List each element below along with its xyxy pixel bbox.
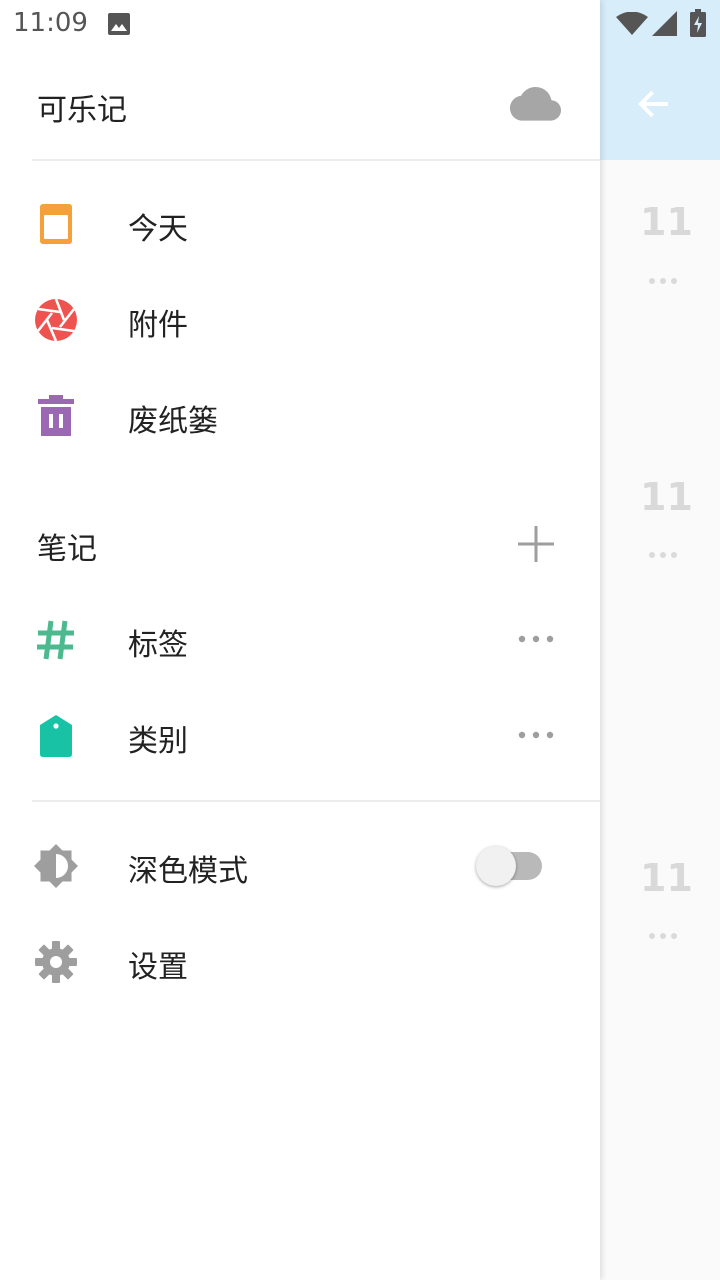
drawer-item-label: 附件	[128, 308, 188, 343]
drawer-item-label: 标签	[128, 628, 188, 663]
toggle-thumb	[476, 846, 516, 886]
divider	[32, 800, 600, 802]
dark-mode-toggle[interactable]	[476, 844, 546, 888]
drawer-item-label: 设置	[128, 950, 188, 985]
more-horizontal-icon[interactable]	[516, 634, 556, 644]
tag-icon	[40, 715, 72, 757]
drawer-item-today[interactable]: 今天	[0, 176, 600, 272]
cloud-sync-icon[interactable]	[510, 86, 562, 122]
drawer-item-label: 类别	[128, 724, 188, 759]
background-more-icon	[649, 552, 677, 558]
divider	[32, 159, 600, 161]
drawer-item-attachments[interactable]: 附件	[0, 272, 600, 368]
notes-section-title: 笔记	[37, 532, 97, 567]
drawer-app-title: 可乐记	[37, 93, 127, 128]
background-note-date: 11	[640, 475, 693, 519]
background-more-icon	[649, 933, 677, 939]
battery-charging-icon	[690, 9, 706, 37]
image-notification-icon	[108, 13, 130, 35]
drawer-item-settings[interactable]: 设置	[0, 914, 600, 1010]
status-bar: 11:09	[0, 0, 720, 48]
drawer-item-label: 废纸篓	[128, 404, 218, 439]
gear-icon	[35, 941, 77, 983]
drawer-item-label: 深色模式	[128, 854, 248, 889]
drawer-item-categories[interactable]: 类别	[0, 688, 600, 784]
background-note-date: 11	[640, 200, 693, 244]
background-note-date: 11	[640, 856, 693, 900]
signal-icon	[652, 11, 677, 36]
hashtag-icon	[37, 620, 74, 660]
drawer-item-tags[interactable]: 标签	[0, 592, 600, 688]
drawer-item-trash[interactable]: 废纸篓	[0, 368, 600, 464]
more-horizontal-icon[interactable]	[516, 730, 556, 740]
status-time: 11:09	[13, 8, 88, 38]
add-icon[interactable]	[516, 524, 556, 564]
navigation-drawer: 可乐记 今天 附件 废纸篓 笔记 标签 类别 深色模式 设置	[0, 0, 600, 1280]
background-more-icon	[649, 278, 677, 284]
camera-aperture-icon	[35, 298, 77, 342]
calendar-today-icon	[40, 204, 72, 244]
brightness-icon	[34, 844, 78, 888]
back-arrow-icon[interactable]	[634, 84, 674, 124]
wifi-icon	[616, 12, 648, 35]
drawer-item-label: 今天	[128, 212, 188, 247]
trash-icon	[38, 395, 74, 436]
